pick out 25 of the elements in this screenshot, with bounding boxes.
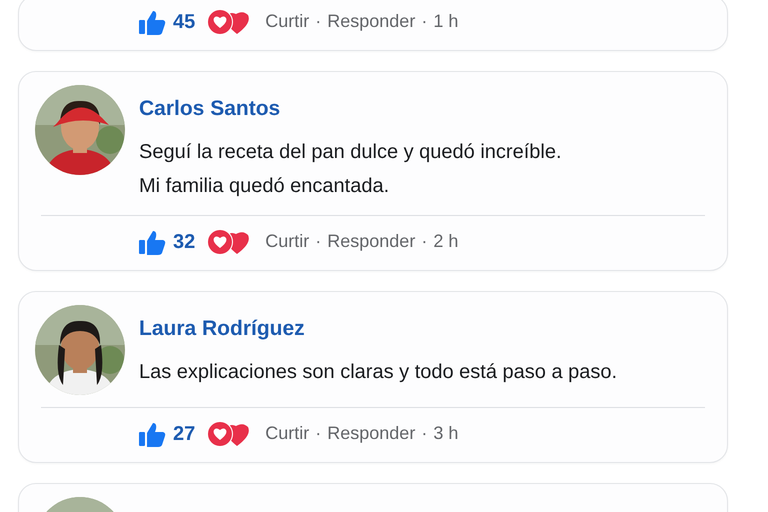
timestamp: 2 h <box>433 230 458 253</box>
timestamp: 3 h <box>433 422 458 445</box>
like-count: 32 <box>173 230 196 254</box>
separator-dot: · <box>315 422 322 445</box>
action-link[interactable]: Responder <box>327 228 416 255</box>
comment-text: Las explicaciones son claras y todo está paso a paso. <box>139 360 618 385</box>
love-reaction-icon <box>207 228 252 254</box>
commenter-name[interactable]: Laura Rodríguez <box>139 315 618 343</box>
action-link[interactable]: Curtir <box>265 228 310 255</box>
action-link[interactable]: Curtir <box>265 8 310 35</box>
separator-dot: · <box>315 10 322 33</box>
love-reaction-icon <box>207 420 252 446</box>
action-link[interactable]: Responder <box>327 420 416 447</box>
love-reaction-icon <box>207 8 252 34</box>
timestamp: 1 h <box>433 10 458 33</box>
comment-text: Seguí la receta del pan dulce y quedó increíble. Mi familia quedó encantada. <box>139 140 562 199</box>
action-link[interactable]: Responder <box>327 8 416 35</box>
separator-dot: · <box>315 230 322 253</box>
separator-dot: · <box>421 10 428 33</box>
action-link[interactable]: Curtir <box>265 420 310 447</box>
like-count: 27 <box>173 422 196 446</box>
like-count: 45 <box>173 10 196 34</box>
separator-dot: · <box>421 230 428 253</box>
separator-dot: · <box>421 422 428 445</box>
commenter-name[interactable]: Carlos Santos <box>139 95 562 123</box>
